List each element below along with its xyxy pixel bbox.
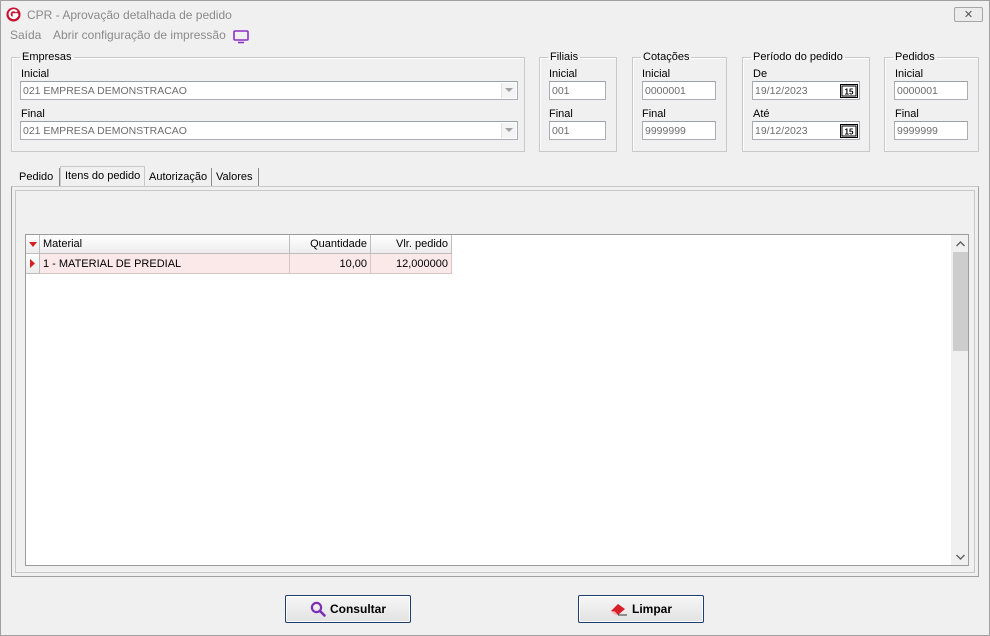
periodo-ate-input[interactable]: 19/12/2023 15 (752, 121, 860, 140)
close-icon: ✕ (963, 9, 974, 21)
cotacao-final-label: Final (642, 108, 666, 120)
empresa-final-label: Final (21, 108, 45, 120)
pedido-inicial-label: Inicial (895, 68, 924, 80)
column-header-quantidade[interactable]: Quantidade (290, 235, 371, 254)
periodo-ate-value: 19/12/2023 (755, 125, 808, 137)
empresa-final-combo[interactable]: 021 EMPRESA DEMONSTRACAO (20, 121, 518, 140)
empresa-inicial-combo[interactable]: 021 EMPRESA DEMONSTRACAO (20, 81, 518, 100)
calendar-icon: 15 (840, 123, 858, 138)
grid-column-menu-button[interactable] (26, 235, 40, 254)
periodo-ate-label: Até (753, 108, 770, 120)
empresa-inicial-label: Inicial (21, 68, 50, 80)
column-header-vlr-pedido[interactable]: Vlr. pedido (371, 235, 452, 254)
search-icon (310, 601, 326, 617)
cell-quantidade[interactable]: 10,00 (290, 254, 371, 274)
pedidos-legend: Pedidos (895, 51, 935, 63)
pedido-final-input[interactable]: 9999999 (894, 121, 968, 140)
filial-inicial-input[interactable]: 001 (549, 81, 606, 100)
tab-autorizacao[interactable]: Autorização (145, 168, 212, 186)
calendar-day-label: 15 (845, 127, 854, 136)
grid-header: Material Quantidade Vlr. pedido (26, 235, 452, 254)
row-indicator (26, 254, 40, 274)
cotacao-inicial-label: Inicial (642, 68, 671, 80)
eraser-icon (610, 604, 627, 616)
title-bar: CPR - Aprovação detalhada de pedido ✕ (1, 1, 989, 29)
limpar-label: Limpar (631, 602, 672, 616)
menu-item-saida[interactable]: Saída (10, 28, 41, 42)
column-header-material[interactable]: Material (40, 235, 290, 254)
empresa-final-dropdown-button[interactable] (501, 123, 516, 138)
tab-valores[interactable]: Valores (212, 168, 259, 186)
chevron-down-icon (505, 88, 513, 92)
tab-autorizacao-label: Autorização (149, 171, 208, 183)
consultar-label: Consultar (329, 602, 386, 616)
scroll-up-button[interactable] (952, 235, 969, 252)
tab-pedido-label: Pedido (19, 171, 54, 183)
periodo-de-value: 19/12/2023 (755, 85, 808, 97)
grid-vertical-scrollbar[interactable] (951, 235, 968, 565)
scroll-thumb[interactable] (953, 252, 968, 351)
tab-itens-do-pedido[interactable]: Itens do pedido (60, 166, 145, 187)
menu-bar: Saída Abrir configuração de impressão (1, 27, 989, 45)
calendar-day-label: 15 (845, 87, 854, 96)
empresa-final-value: 021 EMPRESA DEMONSTRACAO (23, 125, 187, 137)
chevron-down-icon (28, 241, 37, 247)
tab-valores-label: Valores (216, 171, 253, 183)
scroll-down-button[interactable] (952, 548, 969, 565)
menu-item-print-config[interactable]: Abrir configuração de impressão (53, 28, 226, 42)
chevron-up-icon (956, 240, 965, 246)
tab-itens-label: Itens do pedido (65, 170, 141, 182)
filial-final-input[interactable]: 001 (549, 121, 606, 140)
periodo-ate-calendar-button[interactable]: 15 (840, 123, 858, 138)
cell-vlr-pedido[interactable]: 12,000000 (371, 254, 452, 274)
cotacao-inicial-input[interactable]: 0000001 (642, 81, 716, 100)
calendar-icon: 15 (840, 83, 858, 98)
empresa-inicial-dropdown-button[interactable] (501, 83, 516, 98)
app-window: CPR - Aprovação detalhada de pedido ✕ Sa… (0, 0, 990, 636)
monitor-icon[interactable] (233, 30, 249, 44)
consultar-button[interactable]: Consultar (285, 595, 411, 623)
cotacao-final-input[interactable]: 9999999 (642, 121, 716, 140)
close-button[interactable]: ✕ (954, 7, 983, 22)
empresas-legend: Empresas (22, 51, 72, 63)
window-title: CPR - Aprovação detalhada de pedido (27, 8, 232, 22)
periodo-legend: Período do pedido (753, 51, 843, 63)
table-row[interactable]: 1 - MATERIAL DE PREDIAL 10,00 12,000000 (26, 254, 452, 274)
periodo-de-input[interactable]: 19/12/2023 15 (752, 81, 860, 100)
filial-inicial-label: Inicial (549, 68, 578, 80)
periodo-de-label: De (753, 68, 768, 80)
filiais-legend: Filiais (550, 51, 579, 63)
cotacoes-legend: Cotações (643, 51, 690, 63)
filial-final-label: Final (549, 108, 573, 120)
tab-pedido[interactable]: Pedido (15, 168, 60, 186)
app-logo-icon (6, 7, 21, 22)
current-row-arrow-icon (30, 259, 35, 268)
pedido-final-label: Final (895, 108, 919, 120)
cell-material[interactable]: 1 - MATERIAL DE PREDIAL (40, 254, 290, 274)
chevron-down-icon (505, 128, 513, 132)
empresa-inicial-value: 021 EMPRESA DEMONSTRACAO (23, 85, 187, 97)
periodo-de-calendar-button[interactable]: 15 (840, 83, 858, 98)
pedido-inicial-input[interactable]: 0000001 (894, 81, 968, 100)
items-grid[interactable]: Material Quantidade Vlr. pedido 1 - MATE… (25, 234, 969, 566)
limpar-button[interactable]: Limpar (578, 595, 704, 623)
chevron-down-icon (956, 554, 965, 560)
